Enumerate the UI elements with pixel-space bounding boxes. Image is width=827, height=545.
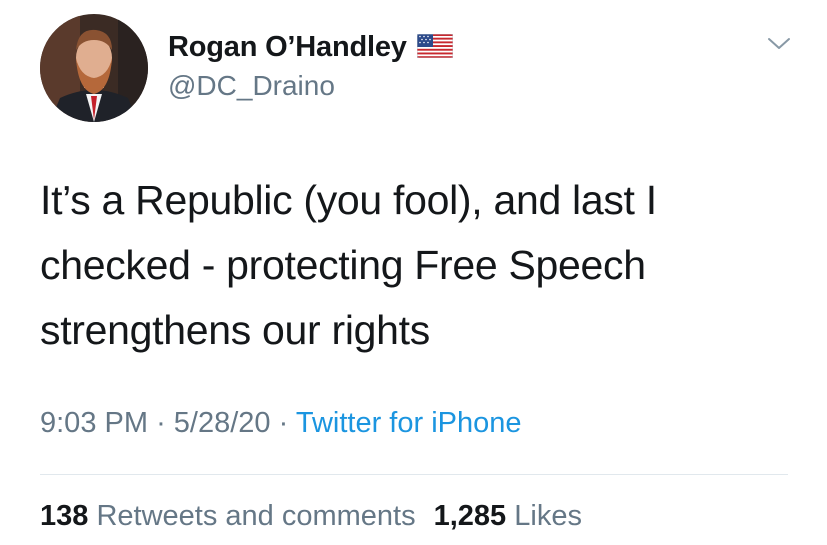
avatar[interactable] — [40, 14, 148, 122]
retweets-stat[interactable]: 138 Retweets and comments — [40, 500, 416, 532]
retweets-label: Retweets and comments — [96, 500, 416, 532]
author-block: Rogan O’Handley @DC_Draino — [168, 26, 454, 102]
tweet-time[interactable]: 9:03 PM — [40, 407, 148, 439]
meta-separator: · — [156, 407, 166, 439]
divider — [40, 474, 788, 475]
display-name[interactable]: Rogan O’Handley — [168, 31, 407, 64]
likes-count: 1,285 — [433, 500, 507, 532]
likes-stat[interactable]: 1,285 Likes — [434, 500, 582, 532]
chevron-down-icon[interactable] — [767, 36, 791, 52]
retweets-count: 138 — [40, 500, 89, 532]
user-handle[interactable]: @DC_Draino — [168, 70, 453, 102]
us-flag-icon — [416, 33, 454, 63]
tweet-card: Rogan O’Handley @DC_Draino It’s a Republ… — [0, 0, 827, 545]
likes-label: Likes — [514, 500, 582, 532]
tweet-date[interactable]: 5/28/20 — [174, 407, 271, 439]
tweet-text-line: strengthens our rights — [40, 307, 430, 353]
tweet-text-line: It’s a Republic (you fool), and last I — [40, 177, 657, 223]
name-row: Rogan O’Handley — [168, 26, 454, 68]
profile-photo — [40, 14, 148, 122]
tweet-text: It’s a Republic (you fool), and last I c… — [40, 168, 800, 363]
tweet-text-line: checked - protecting Free Speech — [40, 242, 646, 288]
tweet-source-link[interactable]: Twitter for iPhone — [296, 407, 522, 439]
tweet-stats: 138 Retweets and comments 1,285 Likes — [40, 500, 582, 533]
tweet-meta: 9:03 PM · 5/28/20 · Twitter for iPhone — [40, 407, 522, 440]
meta-separator: · — [278, 407, 289, 439]
